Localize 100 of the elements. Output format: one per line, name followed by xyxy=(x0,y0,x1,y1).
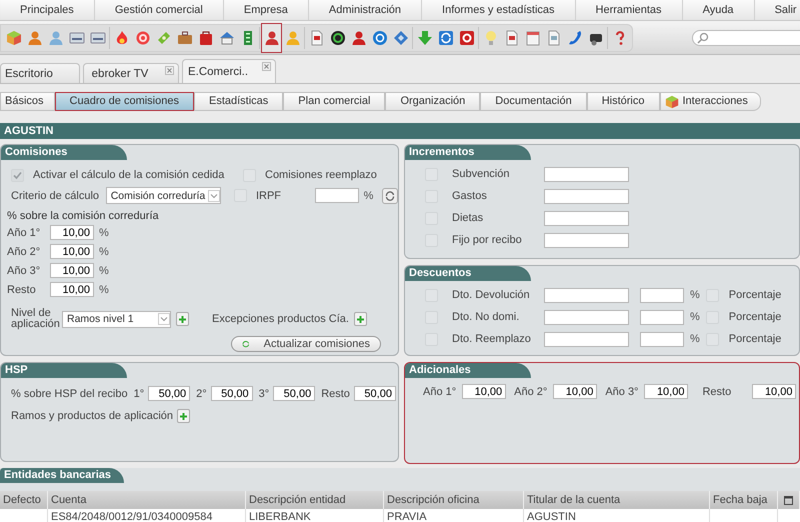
input-field[interactable]: 10,00 xyxy=(50,225,94,240)
phone-icon xyxy=(566,30,582,46)
checkbox-label: IRPF xyxy=(256,190,282,202)
input-field[interactable]: 10,00 xyxy=(752,384,796,399)
section-tab[interactable]: Cuadro de comisiones xyxy=(54,92,194,111)
input-field[interactable]: 50,00 xyxy=(354,386,396,401)
search-icon xyxy=(697,32,709,44)
checkbox[interactable] xyxy=(11,168,24,182)
record-title: AGUSTIN xyxy=(0,123,800,139)
input-field[interactable] xyxy=(544,332,629,346)
checkbox-label: Dto. No domi. xyxy=(452,311,520,323)
person-icon xyxy=(26,30,42,46)
input-field[interactable] xyxy=(544,166,629,182)
input-field[interactable]: 50,00 xyxy=(273,386,316,401)
plus-icon xyxy=(179,412,188,420)
add-button[interactable] xyxy=(354,312,367,326)
field-label: Criterio de cálculo xyxy=(11,190,100,202)
card-icon xyxy=(68,30,84,46)
menu-item[interactable]: Principales xyxy=(0,0,95,20)
search-field[interactable] xyxy=(692,30,800,46)
input-field[interactable]: 10,00 xyxy=(50,282,94,297)
section-label: % sobre la comisión correduría xyxy=(7,210,160,222)
document-tab[interactable]: Escritorio xyxy=(0,63,80,83)
sync-icon xyxy=(385,190,396,200)
tab-label: E.Comerci.. xyxy=(188,66,248,78)
dropdown[interactable]: Ramos nivel 1 xyxy=(62,310,171,328)
unit-label: % xyxy=(690,311,700,323)
section-tab[interactable]: Básicos xyxy=(0,92,55,111)
table-cell: AGUSTIN xyxy=(524,509,710,522)
bag-icon xyxy=(198,30,214,46)
menu-item[interactable]: Herramientas xyxy=(576,0,683,20)
table-cell: ES84/2048/0012/91/0340009584 xyxy=(48,509,246,522)
field-label: Año 3° xyxy=(7,264,42,276)
section-tab[interactable]: Plan comercial xyxy=(283,92,386,111)
checkbox-label: Porcentaje xyxy=(728,333,782,345)
input-field[interactable] xyxy=(544,310,629,324)
menu-item[interactable]: Salir xyxy=(754,0,800,20)
field-label: Año 2° xyxy=(514,386,548,398)
section-tab[interactable]: Estadísticas xyxy=(194,92,284,111)
panel-title: Adicionales xyxy=(405,363,531,378)
input-field[interactable]: 10,00 xyxy=(462,384,506,399)
input-field[interactable] xyxy=(544,188,629,204)
update-button[interactable]: Actualizar comisiones xyxy=(231,336,381,352)
field-label: Resto xyxy=(321,388,350,400)
target-icon xyxy=(134,30,150,46)
checkbox-label: Dto. Devolución xyxy=(452,289,531,301)
tab-label: ebroker TV xyxy=(92,68,148,80)
input-field[interactable]: 10,00 xyxy=(644,384,688,399)
person-icon xyxy=(264,30,280,46)
menu-item[interactable]: Ayuda xyxy=(682,0,755,20)
refresh-button[interactable] xyxy=(382,188,398,204)
input-field[interactable] xyxy=(640,332,684,346)
field-label: Año 1° xyxy=(423,386,456,398)
columns-icon[interactable] xyxy=(784,496,793,504)
table-cell: LIBERBANK xyxy=(246,509,384,522)
dropdown[interactable]: Comisión correduría xyxy=(106,187,221,204)
checkbox-label: Subvención xyxy=(452,168,510,180)
menu-item[interactable]: Informes y estadísticas xyxy=(422,0,576,20)
input-field[interactable] xyxy=(640,310,684,324)
document-tab[interactable]: E.Comerci.. xyxy=(182,59,276,83)
field-label: 3° xyxy=(258,388,270,400)
input-field[interactable] xyxy=(640,288,684,302)
field-label: Resto xyxy=(702,386,732,398)
input-field[interactable] xyxy=(314,188,359,203)
input-field[interactable] xyxy=(544,232,629,248)
input-field[interactable]: 10,00 xyxy=(553,384,598,399)
panel-title: Entidades bancarias xyxy=(0,468,124,483)
close-icon[interactable] xyxy=(262,62,271,71)
unit-label: % xyxy=(690,289,700,301)
notepad-icon xyxy=(524,30,540,46)
section-tab[interactable]: Documentación xyxy=(480,92,587,111)
add-button[interactable] xyxy=(177,409,190,423)
input-field[interactable] xyxy=(544,210,629,226)
section-tab[interactable]: Interacciones xyxy=(660,92,761,111)
input-field[interactable]: 10,00 xyxy=(50,244,94,259)
card-icon xyxy=(90,30,106,46)
field-label: Nivel de aplicación xyxy=(11,308,57,330)
checkbox-label: Dto. Reemplazo xyxy=(452,333,532,345)
field-label: 2° xyxy=(196,388,207,400)
unit-label: % xyxy=(99,264,109,276)
section-tab[interactable]: Organización xyxy=(385,92,480,111)
close-icon[interactable] xyxy=(165,66,174,75)
menu-item[interactable]: Empresa xyxy=(224,0,309,20)
input-field[interactable]: 50,00 xyxy=(148,386,190,401)
input-field[interactable] xyxy=(544,288,629,302)
input-field[interactable]: 50,00 xyxy=(210,386,253,401)
briefcase-icon xyxy=(176,30,192,46)
menu-item[interactable]: Gestión comercial xyxy=(94,0,224,20)
unit-label: % xyxy=(690,333,700,345)
diamond-icon xyxy=(392,30,408,46)
sync-icon xyxy=(438,30,454,46)
section-tab[interactable]: Histórico xyxy=(586,92,660,111)
person-icon xyxy=(48,30,64,46)
field-label: Año 2° xyxy=(7,246,42,258)
add-button[interactable] xyxy=(176,312,189,326)
input-field[interactable]: 10,00 xyxy=(50,263,94,278)
menu-item[interactable]: Administración xyxy=(308,0,422,20)
table-cell: PRAVIA xyxy=(384,509,524,522)
panel-title: Descuentos xyxy=(405,266,531,281)
document-tab[interactable]: ebroker TV xyxy=(83,63,179,83)
